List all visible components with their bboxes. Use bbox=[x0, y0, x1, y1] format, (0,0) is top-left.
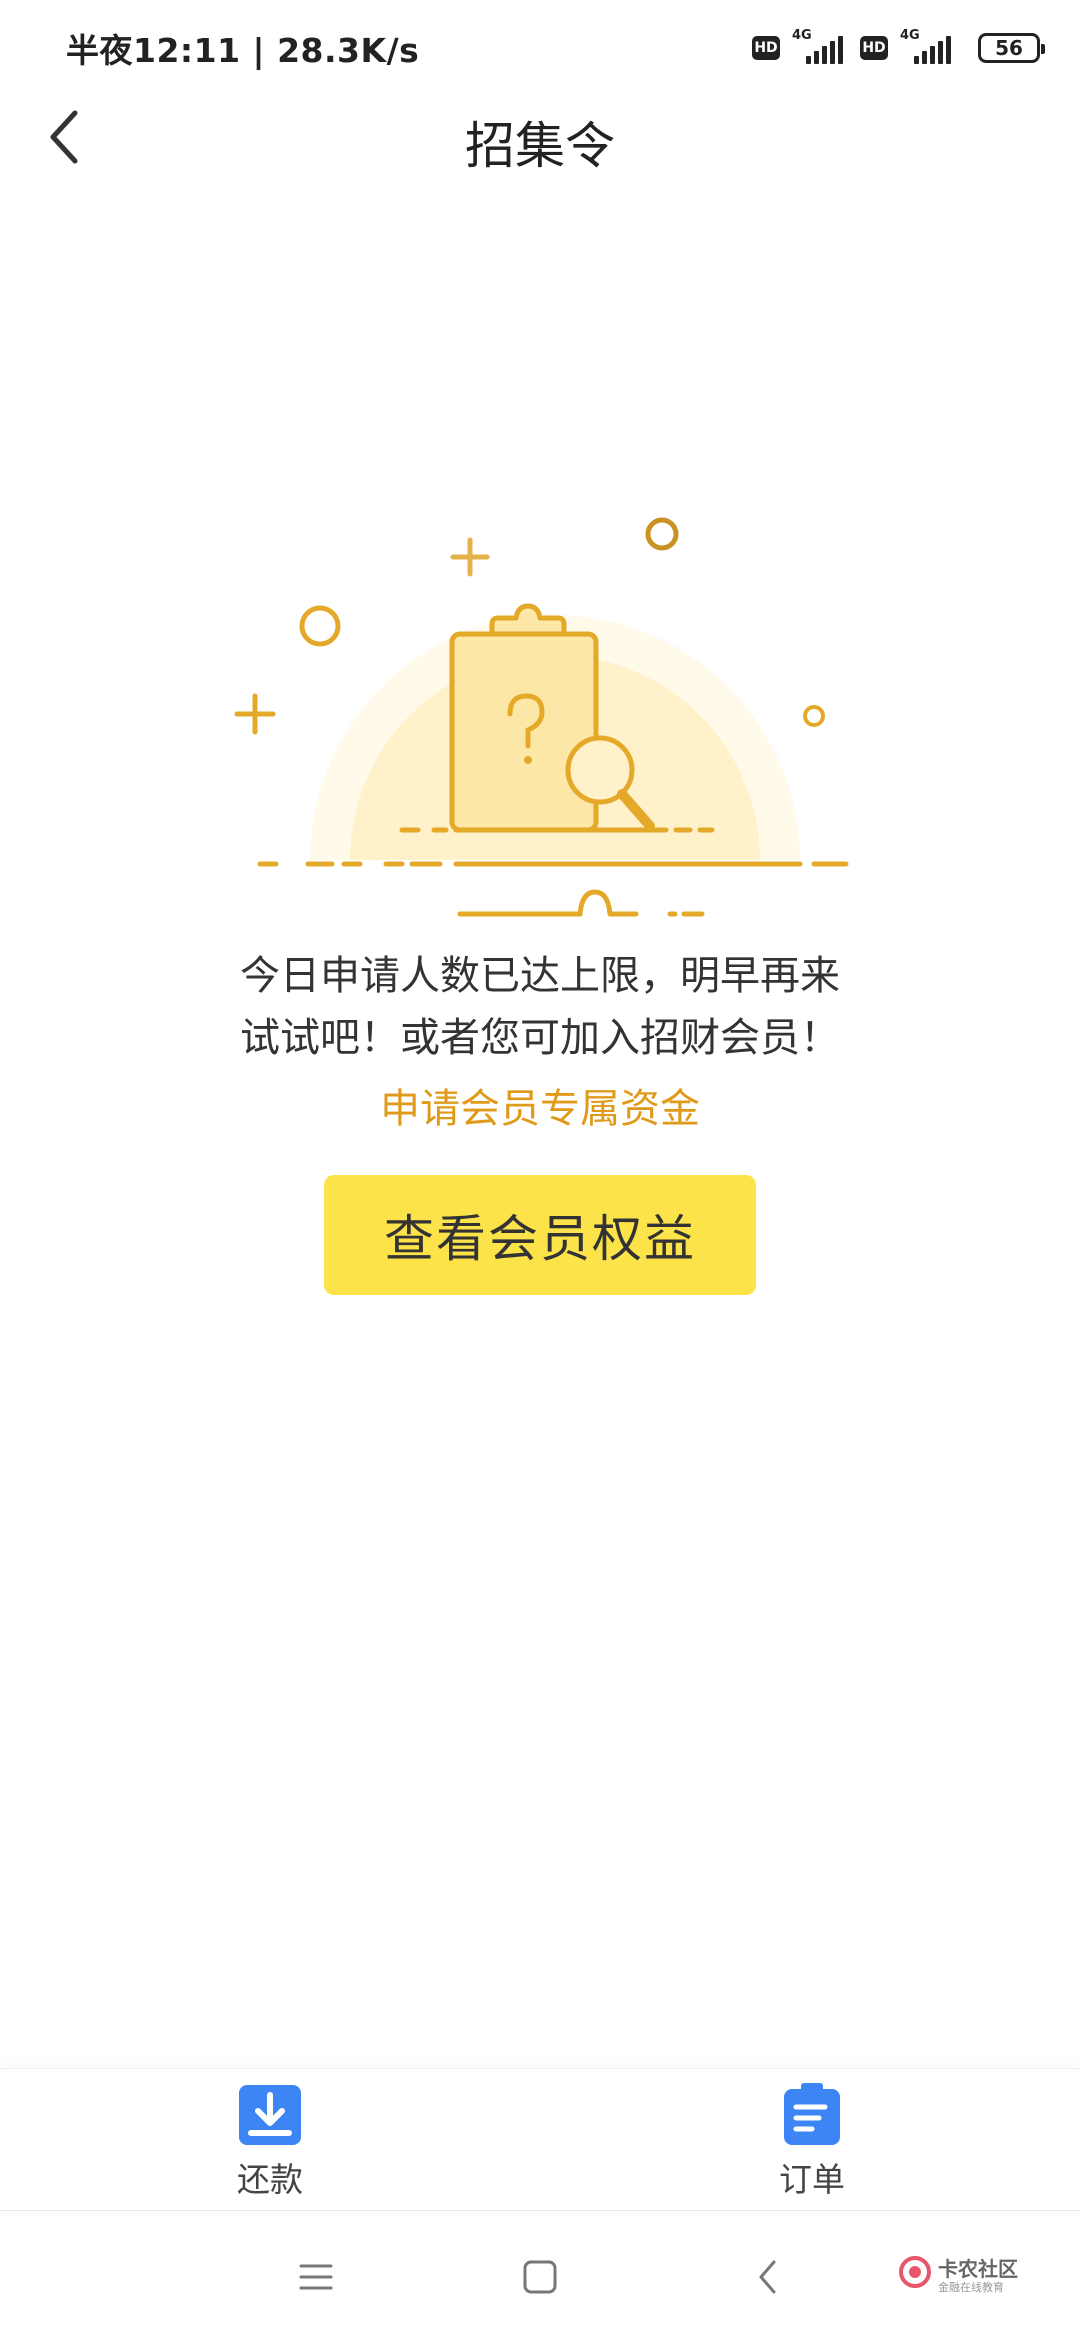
kanong-logo-icon bbox=[899, 2256, 931, 2288]
message-line-1: 今日申请人数已达上限，明早再来 bbox=[240, 953, 840, 999]
hd-badge: HD bbox=[752, 36, 780, 60]
tab-repay-label: 还款 bbox=[237, 2160, 303, 2199]
member-fund-link[interactable]: 申请会员专属资金 bbox=[0, 1076, 1080, 1134]
screen: 半夜12:11 | 28.3K/s HD 4G HD 4G 56 招集令 今日申… bbox=[0, 0, 1080, 2340]
watermark: 卡农社区 金融在线教育 bbox=[898, 2251, 1058, 2301]
clipboard-icon bbox=[784, 2083, 840, 2145]
watermark-title: 卡农社区 bbox=[938, 2257, 1018, 2281]
battery-level: 56 bbox=[995, 36, 1023, 60]
system-nav-bar: 卡农社区 金融在线教育 bbox=[0, 2211, 1080, 2340]
square-icon bbox=[523, 2260, 557, 2294]
signal-bars-2 bbox=[914, 36, 951, 64]
header: 招集令 bbox=[0, 92, 1080, 182]
signal-bars bbox=[806, 36, 843, 64]
battery-icon: 56 bbox=[978, 33, 1045, 63]
limit-message: 今日申请人数已达上限，明早再来 试试吧！或者您可加入招财会员！ bbox=[0, 945, 1080, 1069]
page-title: 招集令 bbox=[465, 117, 615, 175]
home-button[interactable] bbox=[510, 2251, 570, 2303]
tab-orders[interactable]: 订单 bbox=[732, 2083, 892, 2203]
status-indicators: HD 4G HD 4G 56 bbox=[752, 28, 1045, 68]
clipboard-search-icon bbox=[234, 517, 849, 917]
system-back-button[interactable] bbox=[738, 2251, 798, 2303]
hd-badge-2: HD bbox=[860, 36, 888, 60]
bottom-tab-bar: 还款 订单 bbox=[0, 2068, 1080, 2211]
signal-icon-2: 4G bbox=[898, 28, 958, 66]
recent-apps-button[interactable] bbox=[286, 2251, 346, 2303]
download-icon bbox=[239, 2085, 301, 2145]
tab-orders-label: 订单 bbox=[779, 2160, 845, 2199]
status-bar: 半夜12:11 | 28.3K/s HD 4G HD 4G 56 bbox=[0, 0, 1080, 92]
watermark-subtitle: 金融在线教育 bbox=[938, 2281, 1004, 2294]
menu-icon bbox=[299, 2264, 333, 2290]
message-line-2: 试试吧！或者您可加入招财会员！ bbox=[240, 1015, 840, 1061]
status-time-speed: 半夜12:11 | 28.3K/s bbox=[66, 31, 420, 70]
signal-icon: 4G bbox=[790, 28, 850, 66]
chevron-left-icon bbox=[759, 2260, 776, 2294]
view-member-benefits-button[interactable]: 查看会员权益 bbox=[324, 1175, 756, 1295]
tab-repay[interactable]: 还款 bbox=[190, 2083, 350, 2203]
